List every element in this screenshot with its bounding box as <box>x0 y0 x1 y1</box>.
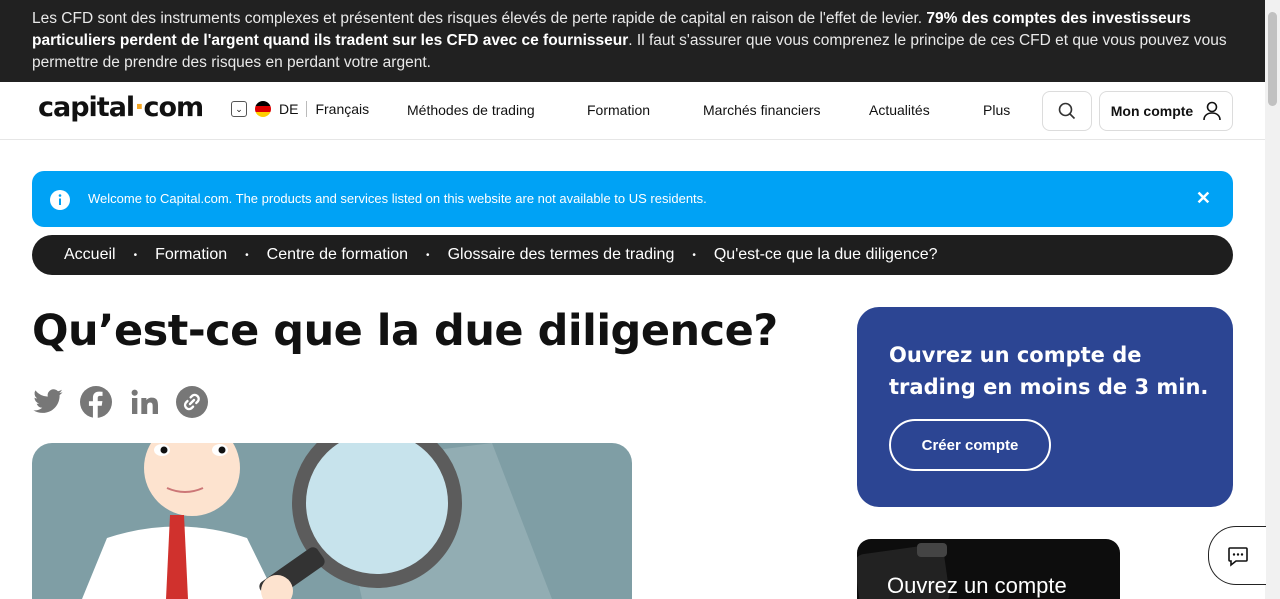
twitter-icon[interactable] <box>32 386 64 418</box>
risk-warning-text: Les CFD sont des instruments complexes e… <box>32 10 927 27</box>
notice-text: Welcome to Capital.com. The products and… <box>88 191 707 206</box>
article-hero-image <box>32 443 632 599</box>
my-account-button[interactable]: Mon compte <box>1099 91 1233 131</box>
linkedin-icon[interactable] <box>128 386 160 418</box>
nav-actualites[interactable]: Actualités <box>869 102 930 118</box>
open-account-card: Ouvrez un compte de trading en moins de … <box>857 307 1233 507</box>
breadcrumb-accueil[interactable]: Accueil <box>64 246 116 264</box>
account-label: Mon compte <box>1110 103 1194 119</box>
magnifying-glass-illustration <box>82 443 552 599</box>
page-title: Qu’est-ce que la due diligence? <box>32 306 778 356</box>
chat-button[interactable] <box>1208 526 1266 585</box>
copy-link-icon[interactable] <box>176 386 208 418</box>
breadcrumb-glossaire[interactable]: Glossaire des termes de trading <box>448 246 675 264</box>
nav-marches-financiers[interactable]: Marchés financiers <box>703 102 821 118</box>
promo-card[interactable]: Ouvrez un compte <box>857 539 1120 599</box>
page-scrollbar[interactable] <box>1265 0 1280 599</box>
language-label: Français <box>315 101 370 117</box>
germany-flag-icon <box>255 101 271 117</box>
nav-plus[interactable]: Plus <box>983 102 1010 118</box>
site-header: capital·com ⌄ DE Français Méthodes de tr… <box>0 82 1265 140</box>
breadcrumb: Accueil • Formation • Centre de formation •… <box>32 235 1233 275</box>
breadcrumb-current: Qu'est-ce que la due diligence? <box>713 246 938 263</box>
user-icon <box>1203 101 1222 121</box>
nav-methodes-de-trading[interactable]: Méthodes de trading <box>407 102 535 118</box>
country-code: DE <box>279 101 299 117</box>
cta-title: Ouvrez un compte de trading en moins de … <box>889 343 1209 399</box>
promo-text: Ouvrez un compte <box>887 573 1067 598</box>
breadcrumb-centre-de-formation[interactable]: Centre de formation <box>267 246 408 264</box>
search-icon <box>1058 102 1076 120</box>
scrollbar-thumb[interactable] <box>1268 12 1277 106</box>
capital-com-logo[interactable]: capital·com <box>38 92 204 123</box>
breadcrumb-formation[interactable]: Formation <box>155 246 227 264</box>
us-residents-notice: Welcome to Capital.com. The products and… <box>32 171 1233 227</box>
close-icon[interactable]: ✕ <box>1196 188 1211 209</box>
facebook-icon[interactable] <box>80 386 112 418</box>
language-selector[interactable]: ⌄ DE Français <box>231 101 369 117</box>
info-icon <box>50 190 70 210</box>
chat-icon <box>1227 546 1248 567</box>
risk-warning-banner: Les CFD sont des instruments complexes e… <box>0 0 1265 82</box>
search-button[interactable] <box>1042 91 1092 131</box>
create-account-button[interactable]: Créer compte <box>889 419 1051 471</box>
chevron-down-icon: ⌄ <box>231 101 247 117</box>
divider <box>306 101 308 117</box>
nav-formation[interactable]: Formation <box>587 102 650 118</box>
